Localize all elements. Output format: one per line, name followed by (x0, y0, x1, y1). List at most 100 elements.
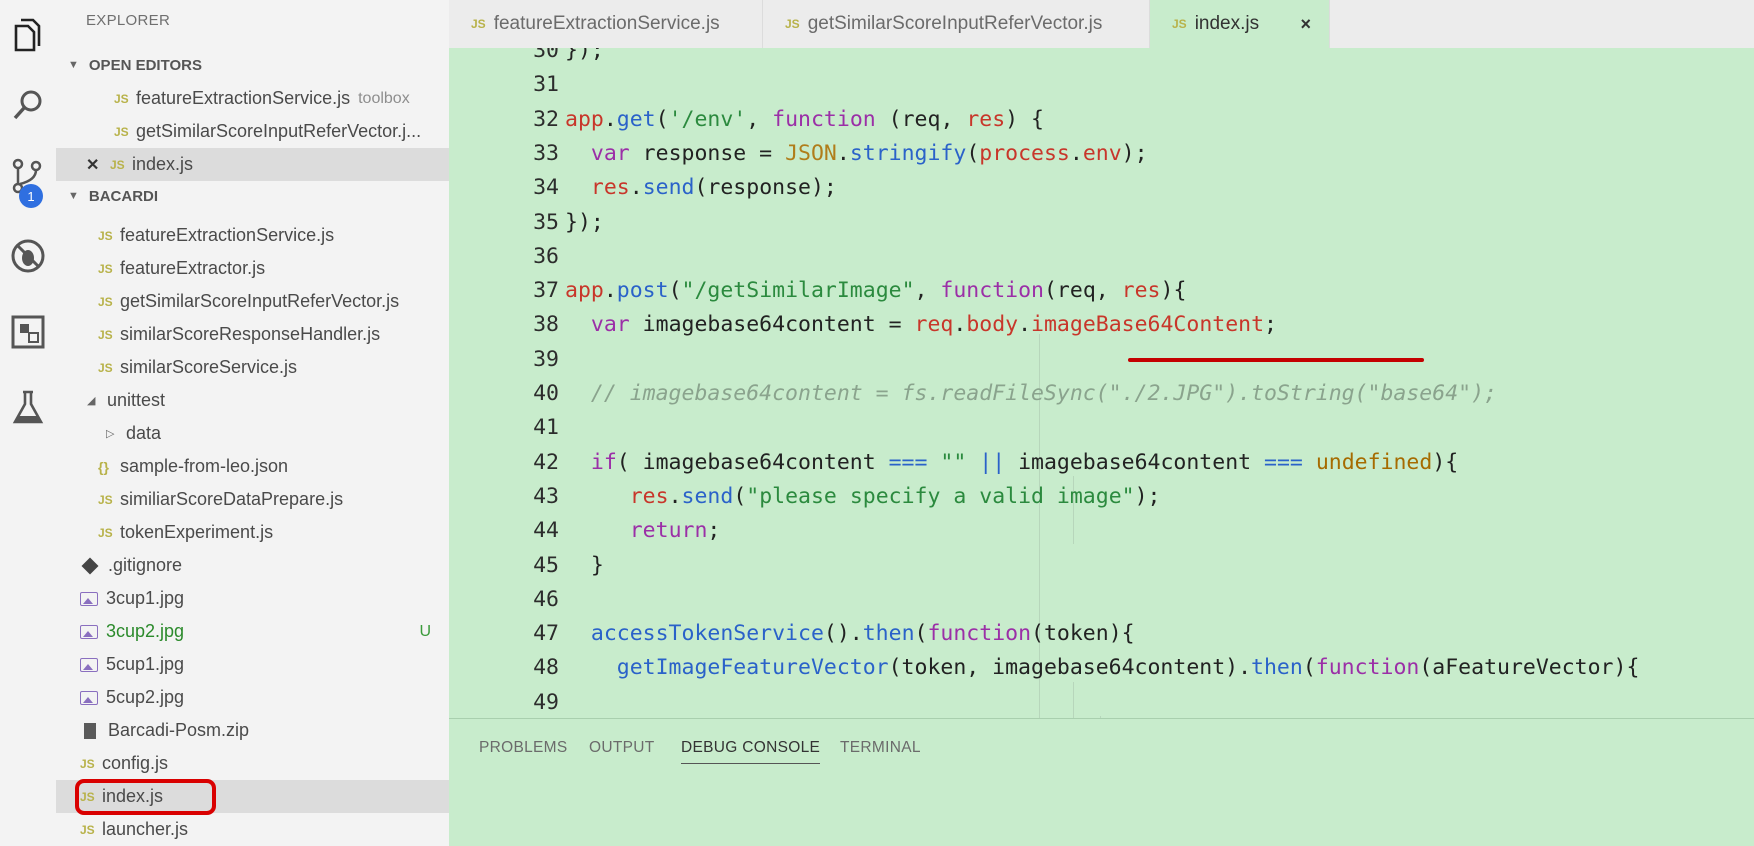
js-file-icon: JS (110, 157, 125, 172)
tab-index[interactable]: JS index.js × (1150, 0, 1330, 48)
line-number: 32 (533, 106, 559, 132)
code-line[interactable]: // imagebase64content = fs.readFileSync(… (565, 377, 1497, 411)
code-line[interactable]: res.send("please specify a valid image")… (565, 480, 1161, 514)
tab-problems[interactable]: PROBLEMS (479, 739, 568, 757)
js-file-icon: JS (114, 124, 129, 139)
search-icon[interactable] (0, 78, 56, 134)
line-number: 35 (533, 209, 559, 235)
extensions-icon[interactable] (0, 304, 56, 360)
line-number: 38 (533, 312, 559, 338)
tab-output[interactable]: OUTPUT (589, 739, 655, 757)
explorer-title: EXPLORER (86, 12, 171, 29)
file-item[interactable]: JS tokenExperiment.js (56, 516, 449, 549)
file-item[interactable]: JS featureExtractionService.js (56, 219, 449, 252)
line-number: 42 (533, 449, 559, 475)
line-number: 49 (533, 689, 559, 715)
file-item[interactable]: JS similarScoreResponseHandler.js (56, 318, 449, 351)
js-file-icon: JS (114, 91, 129, 106)
tab-terminal[interactable]: TERMINAL (840, 739, 921, 757)
js-file-icon: JS (785, 17, 800, 31)
line-number: 37 (533, 278, 559, 304)
open-editors-header[interactable]: ▼ OPEN EDITORS (56, 50, 449, 80)
code-line[interactable]: return; (565, 514, 721, 548)
tab-debug-console[interactable]: DEBUG CONSOLE (681, 739, 821, 764)
tab-getSimilarScoreInputReferVector[interactable]: JS getSimilarScoreInputReferVector.js (763, 0, 1150, 48)
zip-file-icon (84, 722, 96, 739)
code-line[interactable]: accessTokenService().then(function(token… (565, 617, 1135, 651)
code-line[interactable]: }); (565, 206, 604, 240)
file-item[interactable]: 3cup1.jpg (56, 582, 449, 615)
chevron-down-icon: ▼ (68, 190, 79, 202)
js-file-icon: JS (80, 756, 95, 771)
code-editor[interactable]: 30}); 31 32 app.get('/env', function (req, … (449, 48, 1754, 718)
activity-bar: 1 (0, 0, 56, 846)
file-item[interactable]: JS similarScoreService.js (56, 351, 449, 384)
files-icon[interactable] (0, 8, 56, 64)
close-icon[interactable]: ✕ (86, 155, 100, 175)
source-control-badge: 1 (19, 184, 43, 208)
line-number: 40 (533, 381, 559, 406)
file-item[interactable]: JS similiarScoreDataPrepare.js (56, 483, 449, 516)
code-line[interactable]: app.get('/env', function (req, res) { (565, 103, 1044, 137)
image-file-icon (80, 690, 98, 705)
line-number: 33 (533, 140, 559, 166)
js-file-icon: JS (80, 822, 95, 837)
line-number: 47 (533, 621, 559, 647)
explorer-sidebar: EXPLORER ▼ OPEN EDITORS JS featureExtrac… (56, 0, 449, 846)
js-file-icon: JS (98, 228, 113, 243)
line-number: 31 (533, 72, 559, 98)
code-line[interactable]: getImageFeatureVector(token, imagebase64… (565, 651, 1640, 685)
folder-item[interactable]: ◢ unittest (56, 384, 449, 417)
code-line[interactable]: app.post("/getSimilarImage", function(re… (565, 274, 1186, 308)
line-number: 39 (533, 346, 559, 372)
json-file-icon: {} (98, 458, 109, 475)
line-number: 41 (533, 415, 559, 441)
line-number: 34 (533, 175, 559, 201)
test-flask-icon[interactable] (0, 380, 56, 436)
file-item[interactable]: 5cup2.jpg (56, 681, 449, 714)
chevron-right-icon: ▷ (106, 428, 115, 440)
chevron-down-icon: ◢ (87, 395, 96, 407)
close-icon[interactable]: × (1300, 14, 1311, 35)
file-item[interactable]: .gitignore (56, 549, 449, 582)
indent-guide (1073, 682, 1074, 718)
open-editor-item[interactable]: JS getSimilarScoreInputReferVector.j... (56, 115, 449, 148)
chevron-down-icon: ▼ (68, 59, 79, 71)
file-item[interactable]: JS featureExtractor.js (56, 252, 449, 285)
file-item[interactable]: 5cup1.jpg (56, 648, 449, 681)
project-header[interactable]: ▼ BACARDI (56, 181, 449, 211)
open-editor-item[interactable]: JS featureExtractionService.js toolbox (56, 82, 449, 115)
file-item[interactable]: Barcadi-Posm.zip (56, 714, 449, 747)
line-number: 44 (533, 518, 559, 544)
js-file-icon: JS (98, 294, 113, 309)
js-file-icon: JS (98, 360, 113, 375)
folder-item[interactable]: ▷ data (56, 417, 449, 450)
code-line[interactable]: var response = JSON.stringify(process.en… (565, 137, 1148, 171)
file-item[interactable]: JS getSimilarScoreInputReferVector.js (56, 285, 449, 318)
file-item-untracked[interactable]: 3cup2.jpg U (56, 615, 449, 648)
tab-featureExtractionService[interactable]: JS featureExtractionService.js (449, 0, 763, 48)
code-line[interactable]: }); (565, 48, 604, 68)
line-number: 45 (533, 552, 559, 578)
file-item[interactable]: {} sample-from-leo.json (56, 450, 449, 483)
code-line[interactable]: var imagebase64content = req.body.imageB… (565, 308, 1277, 342)
bottom-panel: PROBLEMS OUTPUT DEBUG CONSOLE TERMINAL (449, 718, 1754, 846)
open-editor-item-active[interactable]: ✕ JS index.js (56, 148, 449, 181)
git-file-icon (81, 557, 99, 574)
debug-icon[interactable] (0, 228, 56, 284)
js-file-icon: JS (1172, 17, 1187, 31)
line-number: 46 (533, 586, 559, 612)
code-line[interactable]: if( imagebase64content === "" || imageba… (565, 446, 1458, 480)
image-file-icon (80, 591, 98, 606)
line-number: 30 (533, 48, 559, 63)
js-file-icon: JS (98, 525, 113, 540)
file-item[interactable]: JS launcher.js (56, 813, 449, 846)
js-file-icon: JS (98, 492, 113, 507)
code-line[interactable]: } (565, 549, 604, 583)
line-number: 36 (533, 243, 559, 269)
js-file-icon: JS (98, 327, 113, 342)
file-item[interactable]: JS config.js (56, 747, 449, 780)
code-line[interactable]: res.send(response); (565, 171, 837, 205)
js-file-icon: JS (98, 261, 113, 276)
annotation-underline (1128, 358, 1424, 362)
